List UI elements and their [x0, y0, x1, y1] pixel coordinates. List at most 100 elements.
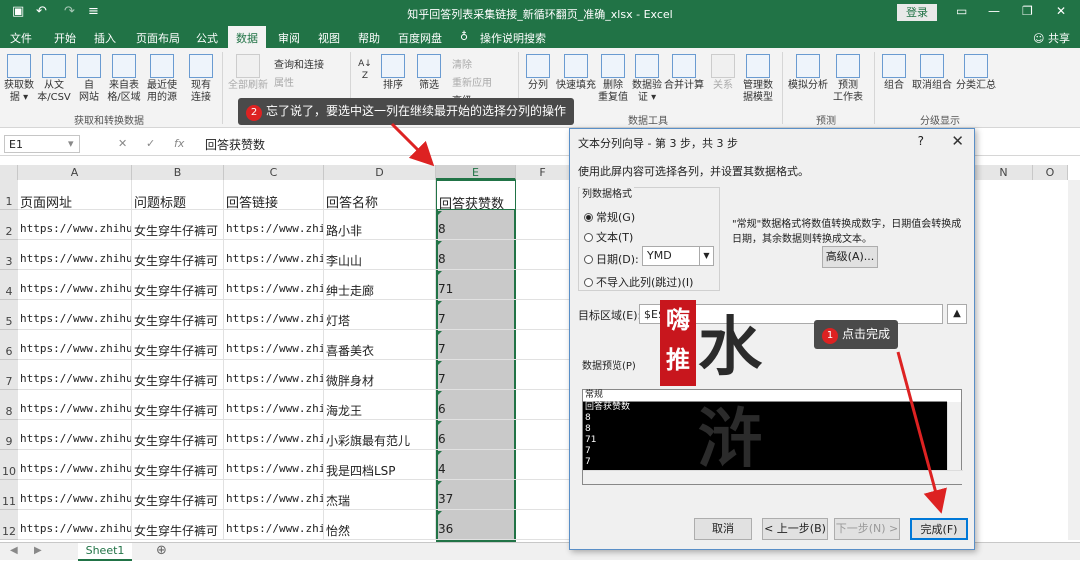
- minimize-icon[interactable]: —: [988, 4, 1000, 18]
- column-header-b[interactable]: B: [132, 165, 224, 180]
- tell-me-search[interactable]: 操作说明搜索: [480, 30, 546, 46]
- radio-general[interactable]: 常规(G): [584, 209, 635, 225]
- cell-e10[interactable]: 4: [436, 450, 516, 480]
- tab-review[interactable]: 审阅: [278, 30, 300, 46]
- cell-c4[interactable]: https://www.zhil: [224, 270, 324, 300]
- reapply-button[interactable]: 重新应用: [452, 74, 492, 89]
- row-header[interactable]: 5: [0, 300, 18, 330]
- tab-page-layout[interactable]: 页面布局: [136, 30, 180, 46]
- cell-c11[interactable]: https://www.zhil: [224, 480, 324, 510]
- cell-b5[interactable]: 女生穿牛仔裤可: [132, 300, 224, 330]
- get-data-button[interactable]: 获取数 据 ▾: [4, 54, 34, 104]
- cell-c2[interactable]: https://www.zhil: [224, 210, 324, 240]
- row-header[interactable]: 9: [0, 420, 18, 450]
- cell-c3[interactable]: https://www.zhil: [224, 240, 324, 270]
- help-button[interactable]: ?: [918, 134, 924, 148]
- from-web-button[interactable]: 自 网站: [74, 54, 104, 104]
- from-table-button[interactable]: 来自表 格/区域: [106, 54, 142, 104]
- chevron-down-icon[interactable]: ▾: [68, 137, 74, 150]
- cell-a8[interactable]: https://www.zhihu.: [18, 390, 132, 420]
- next-button[interactable]: 下一步(N) >: [834, 518, 900, 540]
- cell-e9[interactable]: 6: [436, 420, 516, 450]
- cell-b10[interactable]: 女生穿牛仔裤可: [132, 450, 224, 480]
- data-validation-button[interactable]: 数据验 证 ▾: [632, 54, 662, 104]
- queries-connections-button[interactable]: 查询和连接: [274, 56, 324, 71]
- existing-connections-button[interactable]: 现有 连接: [186, 54, 216, 104]
- tab-insert[interactable]: 插入: [94, 30, 116, 46]
- cancel-button[interactable]: 取消: [694, 518, 752, 540]
- share-button[interactable]: ☺ 共享: [1033, 30, 1070, 46]
- row-header[interactable]: 7: [0, 360, 18, 390]
- cell-e8[interactable]: 6: [436, 390, 516, 420]
- cell-f2[interactable]: [516, 210, 570, 240]
- cell-c5[interactable]: https://www.zhil: [224, 300, 324, 330]
- cell-f8[interactable]: [516, 390, 570, 420]
- cell-f3[interactable]: [516, 240, 570, 270]
- cell-b3[interactable]: 女生穿牛仔裤可: [132, 240, 224, 270]
- refresh-all-button[interactable]: 全部刷新: [228, 54, 268, 92]
- tab-data[interactable]: 数据: [228, 26, 266, 48]
- cell-b1[interactable]: 问题标题: [132, 180, 224, 210]
- cell-c8[interactable]: https://www.zhil: [224, 390, 324, 420]
- advanced-button[interactable]: 高级(A)...: [822, 246, 878, 268]
- insert-function-icon[interactable]: fx: [174, 137, 184, 150]
- group-button[interactable]: 组合: [880, 54, 908, 92]
- cell-a4[interactable]: https://www.zhihu.: [18, 270, 132, 300]
- collapse-dialog-icon[interactable]: ▲: [947, 304, 967, 324]
- forecast-sheet-button[interactable]: 预测 工作表: [832, 54, 864, 104]
- clear-filter-button[interactable]: 清除: [452, 56, 472, 71]
- cell-f5[interactable]: [516, 300, 570, 330]
- maximize-icon[interactable]: ❐: [1022, 4, 1033, 18]
- cell-b8[interactable]: 女生穿牛仔裤可: [132, 390, 224, 420]
- cell-d7[interactable]: 微胖身材: [324, 360, 436, 390]
- column-header-n[interactable]: N: [975, 165, 1033, 180]
- what-if-button[interactable]: 模拟分析: [788, 54, 828, 92]
- cell-b9[interactable]: 女生穿牛仔裤可: [132, 420, 224, 450]
- row-header[interactable]: 11: [0, 480, 18, 510]
- filter-button[interactable]: 筛选: [414, 54, 444, 92]
- cell-a5[interactable]: https://www.zhihu.: [18, 300, 132, 330]
- close-icon[interactable]: ✕: [1056, 4, 1066, 18]
- cell-a3[interactable]: https://www.zhihu.: [18, 240, 132, 270]
- column-header-o[interactable]: O: [1033, 165, 1068, 180]
- row-header[interactable]: 3: [0, 240, 18, 270]
- radio-skip[interactable]: 不导入此列(跳过)(I): [584, 274, 693, 290]
- enter-icon[interactable]: ✓: [146, 137, 155, 150]
- select-all-corner[interactable]: [0, 165, 18, 180]
- cell-c6[interactable]: https://www.zhil: [224, 330, 324, 360]
- cell-f6[interactable]: [516, 330, 570, 360]
- cell-e1[interactable]: 回答获赞数: [436, 180, 516, 210]
- row-header[interactable]: 1: [0, 180, 18, 210]
- cell-a10[interactable]: https://www.zhihu.: [18, 450, 132, 480]
- cell-e2[interactable]: 8: [436, 210, 516, 240]
- cell-e12[interactable]: 36: [436, 510, 516, 540]
- cell-f4[interactable]: [516, 270, 570, 300]
- login-button[interactable]: 登录: [897, 4, 937, 21]
- tab-help[interactable]: 帮助: [358, 30, 380, 46]
- cancel-icon[interactable]: ✕: [118, 137, 127, 150]
- cell-b4[interactable]: 女生穿牛仔裤可: [132, 270, 224, 300]
- cell-f10[interactable]: [516, 450, 570, 480]
- row-header[interactable]: 12: [0, 510, 18, 540]
- cell-d10[interactable]: 我是四档LSP: [324, 450, 436, 480]
- dialog-close-icon[interactable]: ✕: [951, 132, 964, 150]
- add-sheet-icon[interactable]: ⊕: [156, 543, 167, 558]
- radio-text[interactable]: 文本(T): [584, 229, 633, 245]
- properties-button[interactable]: 属性: [274, 74, 294, 89]
- cell-a11[interactable]: https://www.zhihu.: [18, 480, 132, 510]
- column-header-e[interactable]: E: [436, 165, 516, 180]
- cell-c9[interactable]: https://www.zhil: [224, 420, 324, 450]
- column-header-a[interactable]: A: [18, 165, 132, 180]
- cell-d1[interactable]: 回答名称: [324, 180, 436, 210]
- from-text-button[interactable]: 从文 本/CSV: [36, 54, 72, 104]
- flash-fill-button[interactable]: 快速填充: [556, 54, 596, 92]
- tab-file[interactable]: 文件: [10, 30, 32, 46]
- date-format-select[interactable]: YMD ▼: [642, 246, 714, 266]
- sheet-tab-sheet1[interactable]: Sheet1: [78, 543, 132, 561]
- cell-d12[interactable]: 怡然: [324, 510, 436, 540]
- back-button[interactable]: < 上一步(B): [762, 518, 828, 540]
- formula-input[interactable]: 回答获赞数: [205, 136, 265, 153]
- cell-f9[interactable]: [516, 420, 570, 450]
- cell-d5[interactable]: 灯塔: [324, 300, 436, 330]
- cell-b12[interactable]: 女生穿牛仔裤可: [132, 510, 224, 540]
